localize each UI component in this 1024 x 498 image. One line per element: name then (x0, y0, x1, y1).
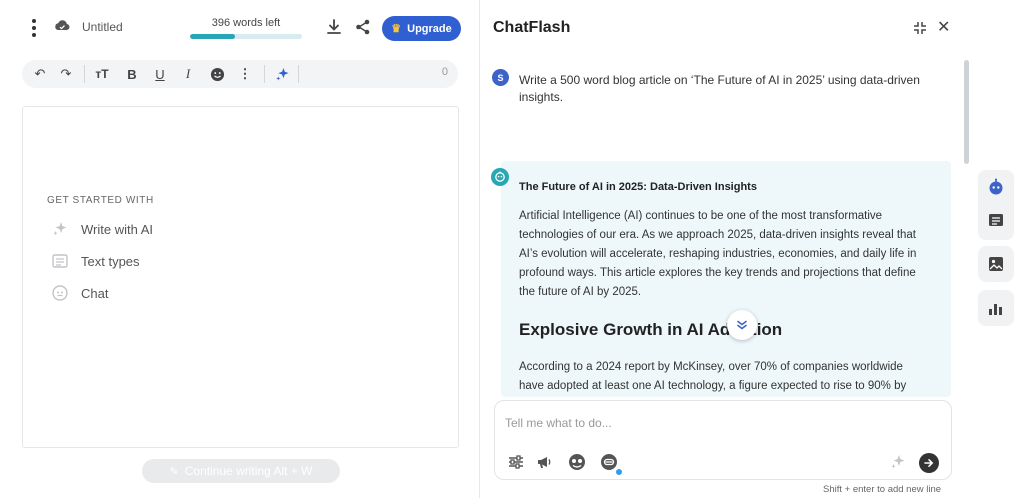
assistant-avatar-icon (491, 168, 509, 186)
chat-bot-icon[interactable] (987, 178, 1005, 201)
collapse-icon[interactable] (913, 21, 927, 40)
get-started-write-with-ai[interactable]: Write with AI (51, 219, 153, 239)
editor-canvas[interactable]: GET STARTED WITH Write with AI Text type… (22, 106, 459, 448)
upgrade-button[interactable]: ♛ Upgrade (382, 16, 461, 41)
get-started-item-label: Text types (81, 253, 140, 269)
ai-sparkle-icon[interactable] (272, 64, 292, 84)
download-icon[interactable] (325, 18, 343, 41)
chat-composer (494, 400, 952, 480)
image-tool-button[interactable] (978, 246, 1014, 282)
composer-hint: Shift + enter to add new line (823, 484, 942, 495)
get-started-text-types[interactable]: Text types (51, 251, 140, 271)
italic-icon[interactable]: I (178, 64, 198, 84)
scroll-down-button[interactable] (727, 310, 757, 340)
chat-bot-icon (51, 284, 69, 302)
redo-icon[interactable]: ↷ (56, 64, 76, 84)
get-started-item-label: Chat (81, 285, 109, 301)
editor-pane: Untitled 396 words left ♛ Upgrade ↶ ↷ ᴛT… (0, 0, 480, 498)
persona-icon[interactable] (566, 451, 588, 473)
more-options-icon[interactable] (24, 18, 44, 38)
assistant-response: The Future of AI in 2025: Data-Driven In… (501, 161, 951, 397)
send-button[interactable] (919, 453, 939, 473)
image-icon (989, 257, 1003, 271)
continue-writing-label: Continue writing Alt + W (184, 464, 313, 478)
analytics-tool-button[interactable] (978, 290, 1014, 326)
response-heading: The Future of AI in 2025: Data-Driven In… (519, 181, 757, 193)
response-paragraph: According to a 2024 report by McKinsey, … (519, 361, 907, 392)
text-types-icon (51, 252, 69, 270)
attachment-badge (615, 468, 623, 476)
chevron-double-down-icon (737, 320, 747, 330)
bold-icon[interactable]: B (122, 64, 142, 84)
rail-group-chat (978, 170, 1014, 240)
undo-icon[interactable]: ↶ (30, 64, 50, 84)
app-window: Untitled 396 words left ♛ Upgrade ↶ ↷ ᴛT… (0, 0, 1024, 498)
continue-writing-button[interactable]: ✎ Continue writing Alt + W (142, 459, 340, 483)
editor-topbar: Untitled 396 words left ♛ Upgrade (0, 0, 480, 56)
get-started-item-label: Write with AI (81, 221, 154, 237)
toolbar-divider (298, 65, 299, 83)
chat-panel: ChatFlash ✕ S Write a 500 word blog arti… (481, 0, 969, 498)
user-avatar: S (492, 69, 509, 86)
character-count: 0 (441, 66, 448, 78)
words-left-counter: 396 words left (211, 17, 281, 29)
document-title[interactable]: Untitled (82, 20, 123, 34)
cloud-icon (54, 19, 70, 38)
settings-sliders-icon[interactable] (505, 451, 527, 473)
chat-input[interactable] (505, 413, 905, 433)
user-message: Write a 500 word blog article on ‘The Fu… (519, 73, 920, 104)
response-paragraph: Artificial Intelligence (AI) continues t… (519, 210, 917, 298)
close-icon[interactable]: ✕ (937, 20, 950, 36)
megaphone-icon[interactable] (533, 451, 555, 473)
formatting-toolbar: ↶ ↷ ᴛT B U I ⋮ 0 (22, 60, 458, 88)
sparkle-icon (51, 220, 69, 238)
crown-icon: ♛ (391, 23, 402, 35)
right-rail (969, 0, 1024, 498)
emoji-icon[interactable] (207, 64, 227, 84)
toolbar-divider (264, 65, 265, 83)
bar-chart-icon (989, 304, 1002, 315)
upgrade-label: Upgrade (407, 22, 452, 35)
words-progress-bar (190, 34, 302, 39)
response-subheading: Explosive Growth in AI Adoption (519, 320, 783, 339)
toolbar-divider (84, 65, 85, 83)
get-started-title: GET STARTED WITH (47, 195, 154, 206)
attachment-icon[interactable] (598, 451, 623, 476)
sparkle-icon[interactable] (887, 451, 909, 473)
text-size-icon[interactable]: ᴛT (92, 64, 112, 84)
pen-icon: ✎ (169, 465, 179, 478)
share-icon[interactable] (354, 18, 372, 41)
words-progress-fill (190, 34, 235, 39)
underline-icon[interactable]: U (150, 64, 170, 84)
more-format-icon[interactable]: ⋮ (235, 64, 255, 84)
document-list-icon[interactable] (988, 213, 1004, 232)
arrow-right-icon (924, 459, 934, 467)
get-started-chat[interactable]: Chat (51, 283, 108, 303)
chat-title: ChatFlash (493, 19, 571, 36)
